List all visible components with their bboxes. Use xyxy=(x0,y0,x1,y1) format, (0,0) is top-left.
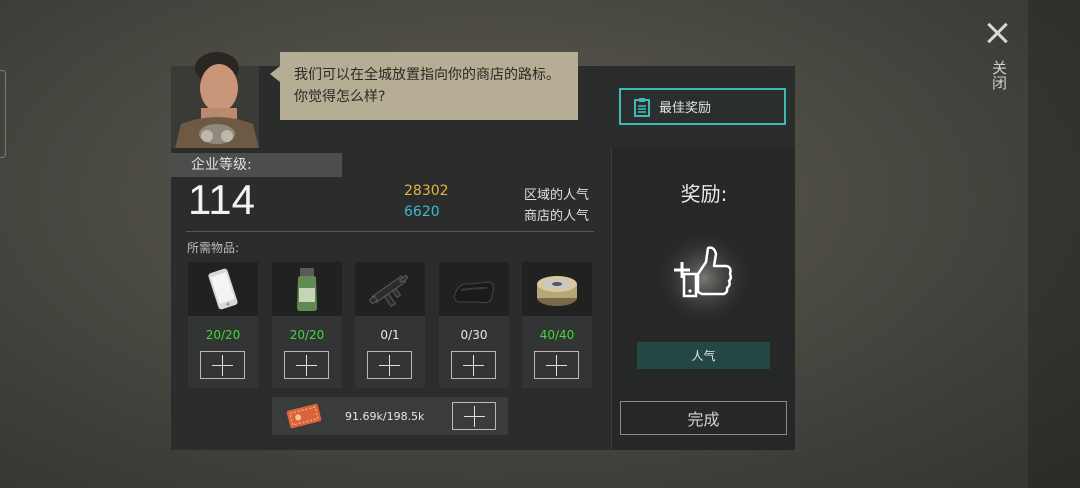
shop-popularity-value: 6620 xyxy=(404,204,440,220)
region-popularity-value: 28302 xyxy=(404,183,449,199)
thumbs-up-plus-icon xyxy=(654,228,754,328)
speech-bubble: 我们可以在全城放置指向你的商店的路标。你觉得怎么样? xyxy=(270,52,578,120)
close-icon[interactable] xyxy=(984,20,1012,48)
wire-spool-icon xyxy=(537,276,577,306)
best-reward-button[interactable]: 最佳奖励 xyxy=(619,88,786,125)
add-item-button[interactable] xyxy=(534,351,579,379)
add-item-button[interactable] xyxy=(367,351,412,379)
required-items-label: 所需物品: xyxy=(187,241,240,255)
npc-avatar-icon xyxy=(175,52,259,148)
add-item-button[interactable] xyxy=(200,351,245,379)
item-count: 0/30 xyxy=(460,328,488,342)
divider xyxy=(186,231,594,232)
region-popularity-label: 区域的人气 xyxy=(524,188,590,203)
item-card: 20/20 xyxy=(188,262,258,388)
item-count: 20/20 xyxy=(205,328,241,342)
level-value: 114 xyxy=(188,176,255,223)
item-card: 40/40 xyxy=(522,262,592,388)
cloth-icon xyxy=(454,281,494,304)
add-item-button[interactable] xyxy=(451,351,496,379)
submachine-gun-icon xyxy=(368,274,409,308)
item-card: 0/30 xyxy=(439,262,509,388)
item-count: 20/20 xyxy=(289,328,325,342)
shop-popularity-label: 商店的人气 xyxy=(524,209,590,224)
reward-icon-container xyxy=(654,228,754,328)
currency-value: 91.69k/198.5k xyxy=(345,410,425,423)
reward-panel: 奖励: 人气 完成 xyxy=(611,148,795,450)
medicine-jar-icon xyxy=(297,268,317,311)
reward-title: 奖励: xyxy=(680,182,728,206)
add-item-button[interactable] xyxy=(284,351,329,379)
add-currency-button[interactable] xyxy=(452,402,496,430)
item-card: 0/1 xyxy=(355,262,425,388)
clipboard-icon xyxy=(634,97,650,117)
best-reward-label: 最佳奖励 xyxy=(659,101,712,116)
ticket-icon xyxy=(286,403,322,429)
reward-tag: 人气 xyxy=(637,342,770,369)
done-button[interactable]: 完成 xyxy=(620,401,787,435)
right-side-strip xyxy=(1028,0,1080,488)
currency-bar: 91.69k/198.5k xyxy=(272,397,508,435)
left-side-tab[interactable] xyxy=(0,70,6,158)
item-count: 0/1 xyxy=(380,328,400,342)
close-label[interactable]: 关闭 xyxy=(990,60,1008,90)
item-count: 40/40 xyxy=(539,328,575,342)
item-card: 20/20 xyxy=(272,262,342,388)
npc-portrait xyxy=(171,40,261,148)
level-tab: 企业等级: xyxy=(171,153,342,177)
smartphone-icon xyxy=(208,268,238,310)
